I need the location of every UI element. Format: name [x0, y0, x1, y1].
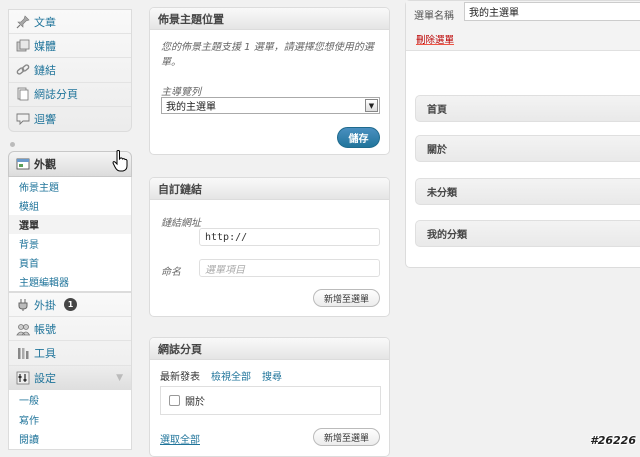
- sidebar-item-plugins[interactable]: 外掛 1: [9, 293, 131, 318]
- sidebar-item-comments[interactable]: 迴響: [9, 107, 131, 131]
- delete-menu-link[interactable]: 刪除選單: [416, 32, 454, 46]
- sidebar-item-label: 網誌分頁: [34, 88, 78, 102]
- pages-list: 關於: [160, 386, 381, 415]
- users-icon: [12, 322, 34, 336]
- appearance-submenu: 佈景主題 模組 選單 背景 頁首 主題編輯器: [8, 177, 132, 292]
- link-name-label: 命名: [161, 267, 181, 278]
- collapse-arrow-icon[interactable]: ▼: [116, 373, 123, 383]
- page-checkbox[interactable]: [169, 395, 180, 406]
- submenu-item-menus[interactable]: 選單: [9, 215, 131, 234]
- page-item-label: 關於: [185, 397, 205, 408]
- sidebar-item-label: 工具: [34, 346, 56, 360]
- box-title: 自訂鏈結: [150, 178, 389, 200]
- submenu-item-themes[interactable]: 佈景主題: [9, 177, 131, 196]
- sidebar-item-tools[interactable]: 工具: [9, 341, 131, 366]
- submenu-item-writing[interactable]: 寫作: [9, 410, 131, 430]
- tab-most-recent[interactable]: 最新發表: [160, 368, 200, 383]
- box-title: 網誌分頁: [150, 338, 389, 360]
- select-value: 我的主選單: [166, 102, 216, 113]
- menu-item[interactable]: 我的分類: [415, 220, 640, 247]
- sidebar-item-pages[interactable]: 網誌分頁: [9, 83, 131, 107]
- menu-item[interactable]: 未分類: [415, 178, 640, 205]
- hand-cursor-icon: [112, 150, 130, 175]
- admin-sidebar: 文章 媒體 鏈結 網誌分頁 迴響 外觀 佈景主題 模組 選單 背景 頁首 主題編…: [0, 0, 134, 450]
- sidebar-menu-bottom: 外掛 1 帳號 工具 設定 ▼: [8, 292, 132, 390]
- theme-locations-description: 您的佈景主題支援 1 選單，請選擇您想使用的選單。: [161, 42, 374, 68]
- tab-view-all[interactable]: 檢視全部: [211, 368, 251, 383]
- sidebar-item-links[interactable]: 鏈結: [9, 58, 131, 83]
- submenu-item-widgets[interactable]: 模組: [9, 196, 131, 215]
- box-title: 佈景主題位置: [150, 8, 389, 30]
- pages-box: 網誌分頁 最新發表 檢視全部 搜尋 關於 選取全部 新增至選單: [149, 337, 390, 457]
- add-to-menu-button[interactable]: 新增至選單: [313, 428, 380, 446]
- primary-nav-label: 主導覽列: [161, 87, 201, 98]
- comments-icon: [12, 112, 34, 126]
- link-icon: [12, 63, 34, 77]
- sidebar-item-label: 鏈結: [34, 63, 56, 77]
- url-input-value: http://: [205, 231, 248, 243]
- select-all-link[interactable]: 選取全部: [160, 431, 200, 446]
- media-icon: [12, 39, 34, 53]
- menu-editor-header: 選單名稱 我的主選單 刪除選單: [406, 1, 640, 51]
- sidebar-item-label: 文章: [34, 15, 56, 29]
- submenu-item-header[interactable]: 頁首: [9, 253, 131, 272]
- settings-icon: [12, 371, 34, 385]
- menu-name-input[interactable]: 我的主選單: [464, 2, 640, 21]
- primary-nav-select[interactable]: 我的主選單 ▼: [161, 97, 380, 114]
- settings-submenu: 一般 寫作 閱讀: [8, 390, 132, 450]
- sidebar-item-settings[interactable]: 設定 ▼: [9, 365, 131, 390]
- link-name-input[interactable]: 選單項目: [199, 259, 380, 277]
- menu-name-value: 我的主選單: [469, 8, 519, 19]
- sidebar-item-label: 媒體: [34, 39, 56, 53]
- pages-tabs: 最新發表 檢視全部 搜尋: [160, 368, 293, 383]
- pages-icon: [12, 87, 34, 101]
- tools-icon: [12, 346, 34, 360]
- tab-search[interactable]: 搜尋: [262, 368, 282, 383]
- sidebar-item-label: 外掛: [34, 298, 56, 312]
- submenu-item-background[interactable]: 背景: [9, 234, 131, 253]
- sidebar-item-label: 外觀: [34, 158, 56, 171]
- image-watermark: #26226: [590, 434, 636, 447]
- sidebar-item-label: 迴響: [34, 112, 56, 126]
- appearance-icon: [12, 157, 34, 171]
- menu-separator: [8, 142, 132, 147]
- sidebar-item-media[interactable]: 媒體: [9, 34, 131, 59]
- submenu-item-general[interactable]: 一般: [9, 390, 131, 410]
- pin-icon: [12, 15, 34, 29]
- sidebar-item-users[interactable]: 帳號: [9, 317, 131, 342]
- submenu-item-reading[interactable]: 閱讀: [9, 429, 131, 449]
- plugins-icon: [12, 298, 34, 312]
- update-count-badge: 1: [64, 298, 77, 312]
- theme-locations-box: 佈景主題位置 您的佈景主題支援 1 選單，請選擇您想使用的選單。 主導覽列 我的…: [149, 7, 390, 155]
- add-to-menu-button[interactable]: 新增至選單: [313, 289, 380, 307]
- url-input[interactable]: http://: [199, 228, 380, 246]
- menu-item[interactable]: 關於: [415, 135, 640, 162]
- menu-item[interactable]: 首頁: [415, 95, 640, 122]
- sidebar-item-label: 帳號: [34, 322, 56, 336]
- save-button[interactable]: 儲存: [337, 127, 380, 148]
- menu-editor-panel: 選單名稱 我的主選單 刪除選單 首頁 關於 未分類 我的分類: [405, 0, 640, 268]
- dropdown-arrow-icon[interactable]: ▼: [365, 99, 378, 112]
- sidebar-menu-top: 文章 媒體 鏈結 網誌分頁 迴響: [8, 9, 132, 132]
- sidebar-item-label: 設定: [34, 371, 56, 385]
- menu-name-label: 選單名稱: [414, 11, 454, 22]
- url-label: 鏈結網址: [161, 218, 201, 229]
- sidebar-item-posts[interactable]: 文章: [9, 10, 131, 35]
- custom-links-box: 自訂鏈結 鏈結網址 http:// 命名 選單項目 新增至選單: [149, 177, 390, 317]
- submenu-item-editor[interactable]: 主題編輯器: [9, 272, 131, 291]
